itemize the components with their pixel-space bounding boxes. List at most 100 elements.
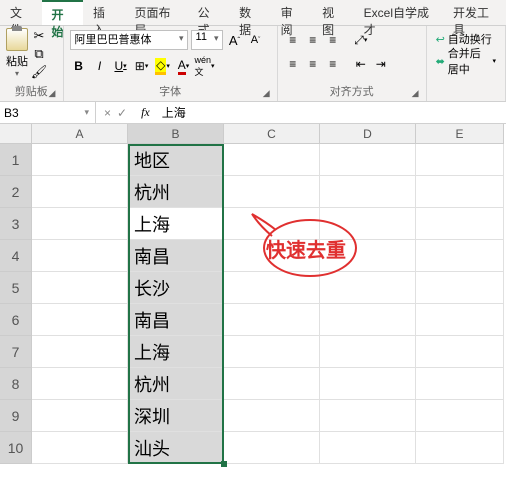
cell-E10[interactable]	[416, 432, 504, 464]
format-painter-icon[interactable]: 🖌	[30, 64, 48, 80]
cell-C6[interactable]	[224, 304, 320, 336]
cell-D1[interactable]	[320, 144, 416, 176]
cell-C9[interactable]	[224, 400, 320, 432]
cell-E9[interactable]	[416, 400, 504, 432]
tab-data[interactable]: 数据	[229, 0, 271, 25]
cell-E4[interactable]	[416, 240, 504, 272]
copy-icon[interactable]: ⧉	[30, 46, 48, 62]
orientation-icon[interactable]: ⤢▾	[352, 31, 370, 49]
tab-developer[interactable]: 开发工具	[443, 0, 506, 25]
increase-indent-icon[interactable]: ⇥	[372, 55, 390, 73]
cell-B5[interactable]: 长沙	[128, 272, 224, 304]
row-header[interactable]: 5	[0, 272, 32, 304]
tab-review[interactable]: 审阅	[271, 0, 313, 25]
align-center-icon[interactable]: ≡	[304, 55, 322, 73]
cell-B8[interactable]: 杭州	[128, 368, 224, 400]
tab-insert[interactable]: 插入	[83, 0, 125, 25]
tab-pagelayout[interactable]: 页面布局	[125, 0, 188, 25]
row-header[interactable]: 1	[0, 144, 32, 176]
bold-button[interactable]: B	[70, 57, 88, 75]
cell-E1[interactable]	[416, 144, 504, 176]
merge-center-button[interactable]: ⬌ 合并后居中 ▾	[433, 50, 499, 72]
enter-formula-icon[interactable]: ✓	[117, 106, 127, 120]
align-left-icon[interactable]: ≡	[284, 55, 302, 73]
cell-A8[interactable]	[32, 368, 128, 400]
row-header[interactable]: 6	[0, 304, 32, 336]
underline-button[interactable]: U▾	[112, 57, 130, 75]
decrease-font-icon[interactable]: Aˇ	[247, 31, 265, 49]
formula-input[interactable]: 上海	[156, 104, 506, 121]
cell-A4[interactable]	[32, 240, 128, 272]
cell-A3[interactable]	[32, 208, 128, 240]
cell-E7[interactable]	[416, 336, 504, 368]
row-header[interactable]: 9	[0, 400, 32, 432]
cell-B4[interactable]: 南昌	[128, 240, 224, 272]
phonetic-button[interactable]: wén文▾	[196, 57, 214, 75]
align-launcher[interactable]: ◢	[412, 88, 422, 98]
cell-B7[interactable]: 上海	[128, 336, 224, 368]
paste-button[interactable]: 粘贴 ▾	[6, 28, 28, 78]
cell-D2[interactable]	[320, 176, 416, 208]
cell-C7[interactable]	[224, 336, 320, 368]
cell-A7[interactable]	[32, 336, 128, 368]
col-header-C[interactable]: C	[224, 124, 320, 144]
font-launcher[interactable]: ◢	[263, 88, 273, 98]
cell-D10[interactable]	[320, 432, 416, 464]
cell-E2[interactable]	[416, 176, 504, 208]
cell-B3[interactable]: 上海	[128, 208, 224, 240]
cell-B2[interactable]: 杭州	[128, 176, 224, 208]
cell-E3[interactable]	[416, 208, 504, 240]
col-header-A[interactable]: A	[32, 124, 128, 144]
cell-C8[interactable]	[224, 368, 320, 400]
row-header[interactable]: 2	[0, 176, 32, 208]
cell-A6[interactable]	[32, 304, 128, 336]
clipboard-launcher[interactable]: ◢	[49, 88, 59, 98]
italic-button[interactable]: I	[91, 57, 109, 75]
cell-A2[interactable]	[32, 176, 128, 208]
cell-C10[interactable]	[224, 432, 320, 464]
cell-A5[interactable]	[32, 272, 128, 304]
cell-D7[interactable]	[320, 336, 416, 368]
cell-B10[interactable]: 汕头	[128, 432, 224, 464]
fx-icon[interactable]: fx	[135, 105, 156, 120]
align-top-icon[interactable]: ≡	[284, 31, 302, 49]
font-name-select[interactable]: 阿里巴巴普惠体	[70, 30, 188, 50]
tab-file[interactable]: 文件	[0, 0, 42, 25]
tab-formulas[interactable]: 公式	[188, 0, 230, 25]
cell-A9[interactable]	[32, 400, 128, 432]
border-button[interactable]: ⊞▾	[133, 57, 151, 75]
cell-D9[interactable]	[320, 400, 416, 432]
cut-icon[interactable]: ✂	[30, 28, 48, 44]
cell-E5[interactable]	[416, 272, 504, 304]
font-color-button[interactable]: A▾	[175, 57, 193, 75]
cell-D6[interactable]	[320, 304, 416, 336]
row-header[interactable]: 7	[0, 336, 32, 368]
row-header[interactable]: 4	[0, 240, 32, 272]
cell-E8[interactable]	[416, 368, 504, 400]
cell-B9[interactable]: 深圳	[128, 400, 224, 432]
cell-C2[interactable]	[224, 176, 320, 208]
name-box[interactable]: B3	[0, 102, 96, 123]
decrease-indent-icon[interactable]: ⇤	[352, 55, 370, 73]
cancel-formula-icon[interactable]: ×	[104, 106, 111, 120]
increase-font-icon[interactable]: Aˆ	[226, 31, 244, 49]
col-header-E[interactable]: E	[416, 124, 504, 144]
row-header[interactable]: 3	[0, 208, 32, 240]
cell-B1[interactable]: 地区	[128, 144, 224, 176]
tab-view[interactable]: 视图	[312, 0, 354, 25]
cell-A10[interactable]	[32, 432, 128, 464]
col-header-D[interactable]: D	[320, 124, 416, 144]
cell-D8[interactable]	[320, 368, 416, 400]
font-size-select[interactable]: 11	[191, 30, 223, 50]
cell-E6[interactable]	[416, 304, 504, 336]
select-all-corner[interactable]	[0, 124, 32, 144]
align-middle-icon[interactable]: ≡	[304, 31, 322, 49]
cell-A1[interactable]	[32, 144, 128, 176]
cell-B6[interactable]: 南昌	[128, 304, 224, 336]
col-header-B[interactable]: B	[128, 124, 224, 144]
align-bottom-icon[interactable]: ≡	[324, 31, 342, 49]
tab-home[interactable]: 开始	[42, 0, 84, 25]
fill-color-button[interactable]: ◇▾	[154, 57, 172, 75]
cell-C1[interactable]	[224, 144, 320, 176]
row-header[interactable]: 8	[0, 368, 32, 400]
